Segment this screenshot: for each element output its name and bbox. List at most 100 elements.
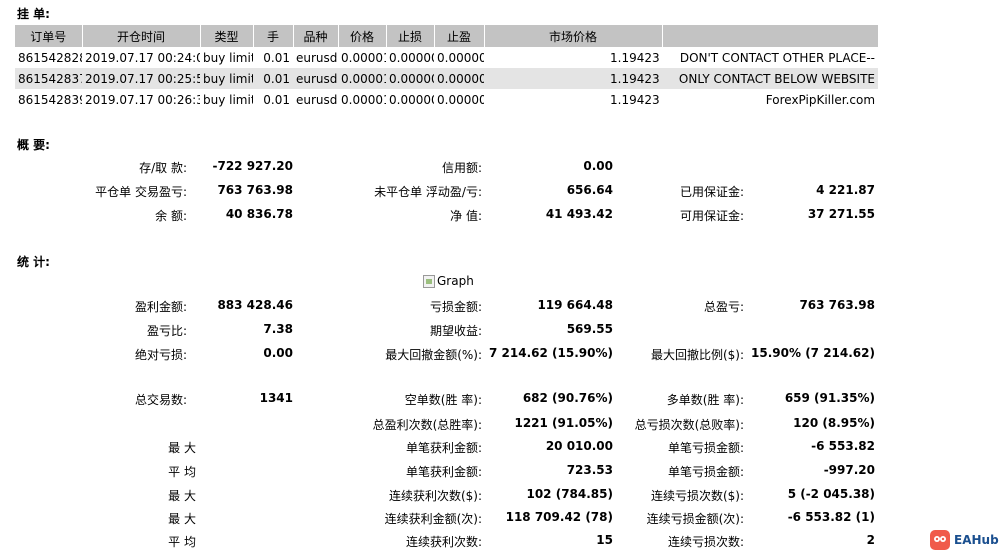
summary-value: -722 927.20 [212,159,293,173]
summary-label: 已用保证金: [679,185,744,199]
stats-value: 7.38 [263,322,293,336]
price: 0.00001 [338,68,386,89]
stats-group-label: 最 大 [168,512,196,526]
lots: 0.01 [263,92,290,107]
price: 0.00001 [341,50,386,65]
stats-value: 682 (90.76%) [522,391,613,405]
market-price-blank [484,68,607,89]
open-time: 2019.07.17 00:26:35 [85,92,200,107]
symbol: eurusd [293,68,338,89]
section-title-stats: 统 计: [17,255,50,269]
order-comment: DON'T CONTACT OTHER PLACE-- [679,50,876,65]
broken-image-icon [423,274,435,288]
stats-group-label: 平 均 [168,535,196,549]
market-price: 1.19423 [610,92,660,107]
lots: 0.01 [253,68,293,89]
stats-label: 单笔获利金额: [405,441,482,455]
summary-value: 41 493.42 [545,207,613,221]
take-profit: 0.00000 [434,68,484,89]
table-row: 861542828 2019.07.17 00:24:07 buy limit … [15,47,878,68]
stats-value: -6 553.82 (1) [787,510,875,524]
take-profit: 0.00000 [437,92,484,107]
market-price-blank [484,47,607,68]
eahub-watermark: EAHub [930,530,999,550]
stats-label: 连续获利次数($): [388,489,482,503]
stats-value: 723.53 [566,463,613,477]
summary-label: 信用额: [441,161,482,175]
summary-label: 存/取 款: [139,161,187,175]
summary-label: 平仓单 交易盈亏: [95,185,187,199]
order-type: buy limit [203,50,253,65]
summary-value: 656.64 [566,183,613,197]
col-header-take-profit: 止盈 [434,25,485,47]
stats-label: 盈利金额: [134,300,187,314]
stats-label: 总盈利次数(总胜率): [372,418,482,432]
stats-label: 单笔亏损金额: [667,465,744,479]
stats-value: 20 010.00 [545,439,613,453]
stats-label: 连续亏损次数: [667,535,744,549]
take-profit: 0.00000 [437,50,484,65]
stats-label: 盈亏比: [146,324,187,338]
eahub-logo-icon [930,530,950,550]
stats-value: 763 763.98 [799,298,875,312]
stats-label: 期望收益: [429,324,482,338]
stats-label: 绝对亏损: [134,348,187,362]
market-price: 1.19423 [610,50,660,65]
summary-value: 37 271.55 [807,207,875,221]
stats-value: 7 214.62 (15.90%) [489,346,613,360]
order-id: 861542839 [18,92,82,107]
stats-value: 569.55 [566,322,613,336]
stats-value: 2 [866,533,875,547]
col-header-lots: 手 [253,25,294,47]
col-header-price: 价格 [338,25,387,47]
lots: 0.01 [263,50,290,65]
stats-group-label: 最 大 [168,489,196,503]
stats-label: 多单数(胜 率): [666,393,744,407]
col-header-type: 类型 [200,25,254,47]
stats-label: 连续获利次数: [405,535,482,549]
order-comment: ONLY CONTACT BELOW WEBSITE [662,68,879,89]
col-header-market-price: 市场价格 [484,25,663,47]
col-header-symbol: 品种 [293,25,339,47]
summary-value: 40 836.78 [225,207,293,221]
open-time: 2019.07.17 00:24:07 [85,50,200,65]
col-header-stop-loss: 止损 [386,25,435,47]
stats-label: 连续亏损金额(次): [646,512,744,526]
col-header-order-id: 订单号 [15,25,83,47]
stats-label: 连续获利金额(次): [384,512,482,526]
summary-value: 4 221.87 [816,183,875,197]
stats-label: 单笔亏损金额: [667,441,744,455]
stats-value: 1221 (91.05%) [514,416,613,430]
stats-value: 15.90% (7 214.62) [751,346,875,360]
stats-label: 亏损金额: [429,300,482,314]
eahub-logo-text: EAHub [954,533,999,547]
orders-header-row: 订单号 开仓时间 类型 手 品种 价格 止损 止盈 市场价格 [15,25,879,47]
order-type: buy limit [203,92,253,107]
stats-group-label: 最 大 [168,441,196,455]
section-title-summary: 概 要: [17,138,50,152]
graph-alt-text: Graph [437,274,474,288]
order-id: 861542837 [15,68,82,89]
open-time: 2019.07.17 00:25:51 [82,68,200,89]
stats-value: -6 553.82 [811,439,875,453]
stats-value: 120 (8.95%) [793,416,875,430]
stats-value: 659 (91.35%) [784,391,875,405]
stats-label: 总交易数: [134,393,187,407]
summary-value: 763 763.98 [217,183,293,197]
stats-value: 118 709.42 (78) [505,510,613,524]
stats-label: 最大回撤金额(%): [385,348,482,362]
stats-value: 15 [596,533,613,547]
summary-label: 余 额: [155,209,187,223]
stats-value: 102 (784.85) [526,487,613,501]
stats-value: 1341 [259,391,293,405]
stats-label: 总亏损次数(总败率): [634,418,744,432]
stats-group-label: 平 均 [168,465,196,479]
symbol: eurusd [296,92,338,107]
stats-value: 119 664.48 [537,298,613,312]
order-id: 861542828 [18,50,82,65]
col-header-open-time: 开仓时间 [82,25,201,47]
stats-label: 总盈亏: [703,300,744,314]
graph-image-placeholder: Graph [423,274,474,288]
section-title-orders: 挂 单: [17,7,50,21]
symbol: eurusd [296,50,338,65]
